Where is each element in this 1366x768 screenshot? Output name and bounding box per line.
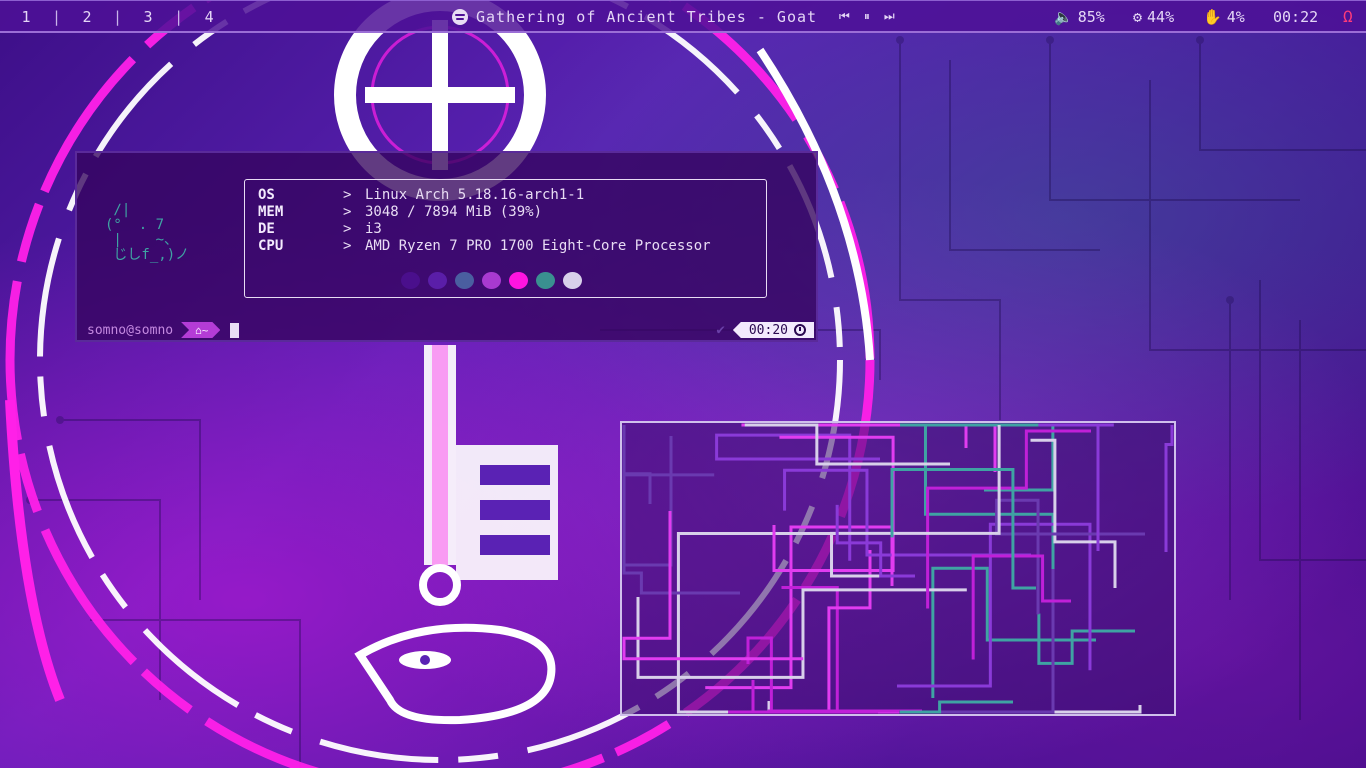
info-value: 3048 / 7894 MiB (39%): [365, 204, 543, 220]
pause-icon[interactable]: ⏸: [864, 9, 870, 24]
power-menu-button[interactable]: Ω: [1343, 1, 1353, 32]
palette-swatch: [536, 272, 555, 289]
prompt-time: 00:20: [732, 322, 814, 338]
cpu-value: 44%: [1147, 7, 1175, 26]
info-key: CPU: [258, 238, 284, 254]
checkmark-icon: ✔: [716, 322, 725, 338]
info-key: MEM: [258, 204, 284, 220]
pipe-segment: [676, 532, 838, 714]
info-arrow: >: [343, 204, 352, 220]
pipe-segment: [900, 423, 1055, 492]
info-row-cpu: CPU > AMD Ryzen 7 PRO 1700 Eight-Core Pr…: [258, 238, 711, 255]
workspace-separator: |: [113, 7, 123, 26]
right-prompt: ✔ 00:20: [716, 322, 814, 338]
workspace-switcher: 1 | 2 | 3 | 4: [0, 1, 219, 32]
palette-swatch: [455, 272, 474, 289]
info-row-os: OS > Linux Arch 5.18.16-arch1-1: [258, 187, 584, 204]
palette-swatch: [482, 272, 501, 289]
skip-previous-icon[interactable]: ⏮: [839, 9, 850, 24]
memory-icon: ✋: [1203, 7, 1222, 26]
clock-value: 00:22: [1273, 7, 1319, 26]
workspace-1[interactable]: 1: [16, 8, 36, 26]
prompt-dir-label: ~: [201, 323, 209, 337]
pipe-segment: [830, 425, 1001, 578]
now-playing-track[interactable]: Gathering of Ancient Tribes - Goat: [476, 8, 817, 26]
home-icon: ⌂: [195, 323, 202, 337]
workspace-4[interactable]: 4: [199, 8, 219, 26]
media-controls: ⏮ ⏸ ⏭: [839, 9, 895, 24]
info-key: DE: [258, 221, 275, 237]
palette-swatch: [509, 272, 528, 289]
pipe-segment: [751, 586, 839, 714]
pipes-terminal-window[interactable]: [620, 421, 1176, 716]
pipe-segment: [783, 468, 1031, 557]
top-bar: 1 | 2 | 3 | 4 Gathering of Ancient Tribe…: [0, 0, 1366, 33]
cpu-indicator: ⚙ 44%: [1133, 1, 1174, 32]
info-arrow: >: [343, 238, 352, 254]
info-value: Linux Arch 5.18.16-arch1-1: [365, 187, 585, 203]
pipes-animation: [622, 423, 1174, 714]
system-info-box: OS > Linux Arch 5.18.16-arch1-1 MEM > 30…: [244, 179, 767, 298]
workspace-2[interactable]: 2: [77, 8, 97, 26]
media-player: Gathering of Ancient Tribes - Goat ⏮ ⏸ ⏭: [452, 1, 895, 32]
color-palette: [401, 272, 582, 289]
volume-indicator[interactable]: 🔈 85%: [1054, 1, 1105, 32]
workspace-separator: |: [52, 7, 62, 26]
skip-next-icon[interactable]: ⏭: [884, 9, 895, 24]
pipe-segment: [926, 429, 1091, 609]
pipe-segment: [827, 550, 1004, 714]
shell-prompt: somno@somno ⌂ ~: [87, 322, 240, 338]
prompt-directory: ⌂ ~: [181, 322, 220, 338]
spotify-icon[interactable]: [452, 8, 468, 25]
info-arrow: >: [343, 221, 352, 237]
pipe-segment: [728, 636, 773, 714]
palette-swatch: [563, 272, 582, 289]
pipe-segment: [1038, 423, 1114, 551]
pipe-segment: [897, 522, 1092, 688]
cpu-chip-icon: ⚙: [1133, 7, 1143, 26]
memory-indicator: ✋ 4%: [1203, 1, 1245, 32]
workspace-3[interactable]: 3: [138, 8, 158, 26]
info-row-mem: MEM > 3048 / 7894 MiB (39%): [258, 204, 542, 221]
speaker-icon: 🔈: [1054, 7, 1073, 26]
ascii-cat-art: ∕| (° . 7 | ~、 じしf_,)ノ: [105, 202, 190, 263]
prompt-time-value: 00:20: [748, 322, 788, 338]
palette-swatch: [401, 272, 420, 289]
info-key: OS: [258, 187, 275, 203]
info-value: AMD Ryzen 7 PRO 1700 Eight-Core Processo…: [365, 238, 711, 254]
volume-value: 85%: [1077, 7, 1105, 26]
info-row-de: DE > i3: [258, 221, 382, 238]
pipe-segment: [1164, 425, 1174, 552]
text-cursor[interactable]: [230, 322, 240, 338]
pipe-segment: [636, 588, 967, 679]
memory-value: 4%: [1226, 7, 1245, 26]
clock: 00:22: [1273, 1, 1318, 32]
pipe-segment: [622, 425, 652, 504]
pipe-segment: [767, 709, 922, 714]
info-arrow: >: [343, 187, 352, 203]
info-value: i3: [365, 221, 382, 237]
workspace-separator: |: [174, 7, 184, 26]
palette-swatch: [428, 272, 447, 289]
clock-icon: [794, 324, 806, 336]
power-icon: Ω: [1343, 7, 1353, 26]
terminal-window[interactable]: ∕| (° . 7 | ~、 じしf_,)ノ OS > Linux Arch 5…: [75, 151, 818, 342]
prompt-user: somno@somno: [87, 322, 174, 338]
